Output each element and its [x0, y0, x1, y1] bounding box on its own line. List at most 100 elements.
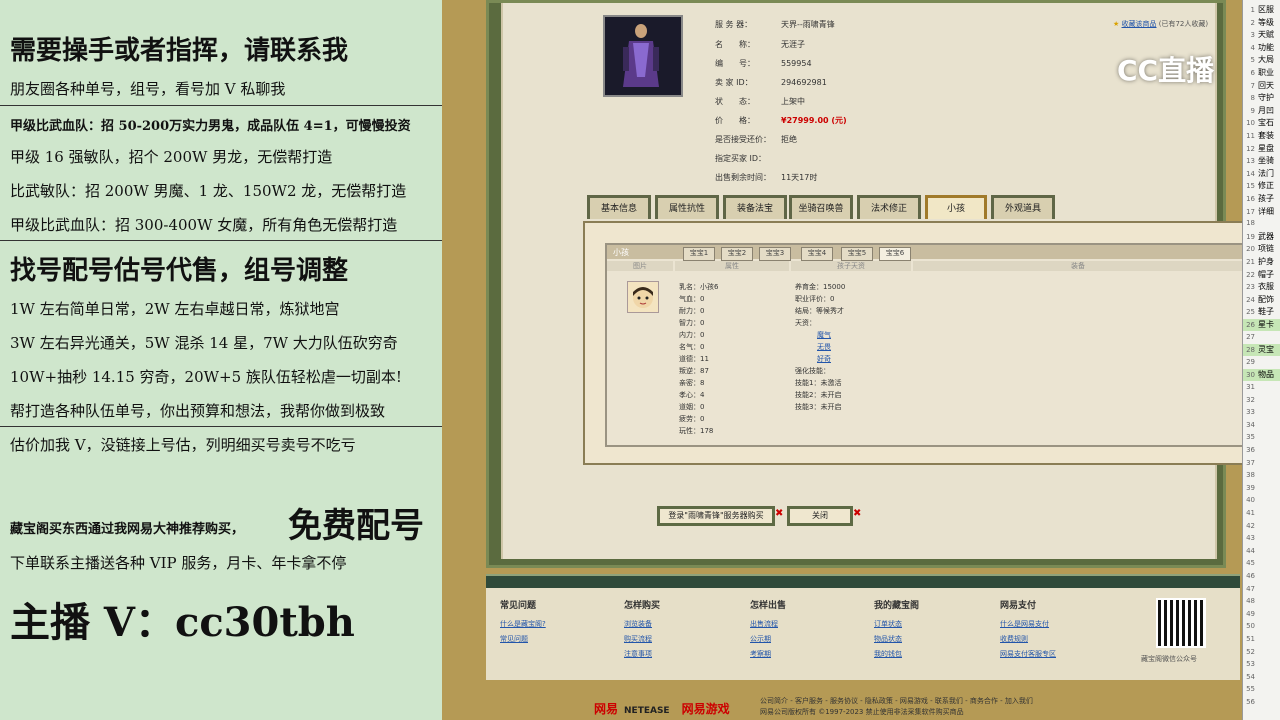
- spreadsheet-row[interactable]: 32: [1243, 395, 1280, 407]
- spreadsheet-row[interactable]: 45: [1243, 558, 1280, 570]
- spreadsheet-row[interactable]: 13 坐骑: [1243, 155, 1280, 167]
- spreadsheet-row[interactable]: 50: [1243, 621, 1280, 633]
- subtab-baby5[interactable]: 宝宝5: [841, 247, 873, 261]
- talent-link[interactable]: 魔气: [817, 331, 831, 339]
- favorite-link[interactable]: 收藏该商品: [1122, 20, 1157, 28]
- character-figure-icon: [623, 24, 659, 87]
- spreadsheet-row[interactable]: 15 修正: [1243, 180, 1280, 192]
- spreadsheet-row[interactable]: 6 职业: [1243, 67, 1280, 79]
- tab-child[interactable]: 小孩: [925, 195, 987, 219]
- spreadsheet-row[interactable]: 52: [1243, 647, 1280, 659]
- child-header: 小孩 宝宝1 宝宝2 宝宝3 宝宝4 宝宝5 宝宝6: [607, 245, 1243, 261]
- footer-link[interactable]: 浏览装备: [624, 617, 660, 632]
- spreadsheet-row[interactable]: 38: [1243, 470, 1280, 482]
- footer-link[interactable]: 出售流程: [750, 617, 786, 632]
- info-server: 服 务 器： 天界--雨啸青锋: [715, 20, 835, 29]
- spreadsheet-row[interactable]: 16 孩子: [1243, 193, 1280, 205]
- subtab-baby2[interactable]: 宝宝2: [721, 247, 753, 261]
- spreadsheet-row[interactable]: 27: [1243, 332, 1280, 344]
- footer-link[interactable]: 什么是藏宝阁?: [500, 617, 546, 632]
- item-detail-paper: 服 务 器： 天界--雨啸青锋 名 称： 无涯子 编 号： 559954 卖 家 ID…: [501, 3, 1265, 559]
- footer-link[interactable]: 收费规则: [1000, 632, 1056, 647]
- spreadsheet-row[interactable]: 28 灵宝: [1243, 344, 1280, 357]
- spreadsheet-row[interactable]: 24 配饰: [1243, 294, 1280, 306]
- spreadsheet-row[interactable]: 17 详细: [1243, 206, 1280, 218]
- spreadsheet-row[interactable]: 40: [1243, 495, 1280, 507]
- spreadsheet-row[interactable]: 2 等级: [1243, 17, 1280, 29]
- spreadsheet-row[interactable]: 25 鞋子: [1243, 306, 1280, 318]
- tab-mounts-pets[interactable]: 坐骑召唤兽: [789, 195, 853, 219]
- footer-link[interactable]: 什么是网易支付: [1000, 617, 1056, 632]
- subtab-baby3[interactable]: 宝宝3: [759, 247, 791, 261]
- promo-line: 3W 左右异光通关，5W 混杀 14 星，7W 大力队伍砍穷奇: [10, 334, 398, 352]
- spreadsheet-row[interactable]: 41: [1243, 508, 1280, 520]
- promo-line: 需要操手或者指挥，请联系我: [10, 36, 349, 66]
- spreadsheet-row[interactable]: 48: [1243, 596, 1280, 608]
- spreadsheet-row[interactable]: 7 回天: [1243, 80, 1280, 92]
- footer-link[interactable]: 公示期: [750, 632, 786, 647]
- spreadsheet-row[interactable]: 11 套装: [1243, 130, 1280, 142]
- spreadsheet-row[interactable]: 20 项链: [1243, 243, 1280, 255]
- spreadsheet-row[interactable]: 56: [1243, 697, 1280, 709]
- spreadsheet-row[interactable]: 47: [1243, 584, 1280, 596]
- spreadsheet-row[interactable]: 35: [1243, 432, 1280, 444]
- spreadsheet-row[interactable]: 42: [1243, 521, 1280, 533]
- spreadsheet-row[interactable]: 49: [1243, 609, 1280, 621]
- spreadsheet-row[interactable]: 34: [1243, 420, 1280, 432]
- spreadsheet-row[interactable]: 26 星卡: [1243, 319, 1280, 331]
- tab-attributes[interactable]: 属性抗性: [655, 195, 719, 219]
- spreadsheet-row[interactable]: 5 大局: [1243, 54, 1280, 66]
- spreadsheet-row[interactable]: 39: [1243, 483, 1280, 495]
- promo-line: 甲级比武血队：招 50-200万实力男鬼，成品队伍 4=1，可慢慢投资: [10, 119, 411, 134]
- footer-link[interactable]: 订单状态: [874, 617, 919, 632]
- spreadsheet-row[interactable]: 21 护身: [1243, 256, 1280, 268]
- tab-spell-correction[interactable]: 法术修正: [857, 195, 921, 219]
- spreadsheet-row[interactable]: 31: [1243, 382, 1280, 394]
- spreadsheet-row[interactable]: 55: [1243, 684, 1280, 696]
- footer-link[interactable]: 购买流程: [624, 632, 660, 647]
- footer-col-buy: 怎样购买 浏览装备 购买流程 注意事项: [624, 598, 660, 662]
- tab-equipment[interactable]: 装备法宝: [723, 195, 787, 219]
- subtab-baby6[interactable]: 宝宝6: [879, 247, 911, 261]
- tab-appearance[interactable]: 外观道具: [991, 195, 1055, 219]
- spreadsheet-row[interactable]: 23 衣服: [1243, 281, 1280, 293]
- footer-link[interactable]: 注意事项: [624, 647, 660, 662]
- child-panel: 小孩 宝宝1 宝宝2 宝宝3 宝宝4 宝宝5 宝宝6 图片 属性 孩子天资 装备: [583, 221, 1265, 465]
- spreadsheet-row[interactable]: 53: [1243, 659, 1280, 671]
- spreadsheet-row[interactable]: 3 天赋: [1243, 29, 1280, 41]
- spreadsheet-row[interactable]: 37: [1243, 458, 1280, 470]
- spreadsheet-row[interactable]: 4 功能: [1243, 42, 1280, 54]
- footer-link[interactable]: 考察期: [750, 647, 786, 662]
- talent-link[interactable]: 无畏: [817, 343, 831, 351]
- login-server-buy-button[interactable]: 登录"雨啸青锋"服务器购买: [657, 506, 775, 526]
- spreadsheet-row[interactable]: 33: [1243, 407, 1280, 419]
- promo-line: 甲级比武血队：招 300-400W 女魔，所有角色无偿帮打造: [10, 216, 398, 234]
- footer-link[interactable]: 常见问题: [500, 632, 546, 647]
- spreadsheet-row[interactable]: 22 帽子: [1243, 269, 1280, 281]
- footer-link[interactable]: 网易支付客服专区: [1000, 647, 1056, 662]
- promo-panel: 需要操手或者指挥，请联系我 朋友圈各种单号，组号，看号加 V 私聊我 甲级比武血…: [0, 0, 442, 720]
- tab-basic-info[interactable]: 基本信息: [587, 195, 651, 219]
- spreadsheet-row[interactable]: 1 区服: [1243, 4, 1280, 16]
- spreadsheet-row[interactable]: 12 星盘: [1243, 143, 1280, 155]
- spreadsheet-row[interactable]: 43: [1243, 533, 1280, 545]
- close-button[interactable]: 关闭: [787, 506, 853, 526]
- spreadsheet-row[interactable]: 44: [1243, 546, 1280, 558]
- footer-link[interactable]: 我的钱包: [874, 647, 919, 662]
- spreadsheet-row[interactable]: 36: [1243, 445, 1280, 457]
- spreadsheet-row[interactable]: 8 守护: [1243, 92, 1280, 104]
- spreadsheet-row[interactable]: 10 宝石: [1243, 117, 1280, 129]
- subtab-baby1[interactable]: 宝宝1: [683, 247, 715, 261]
- spreadsheet-row[interactable]: 18: [1243, 218, 1280, 230]
- talent-link[interactable]: 好奇: [817, 355, 831, 363]
- spreadsheet-row[interactable]: 54: [1243, 672, 1280, 684]
- spreadsheet-row[interactable]: 19 武器: [1243, 231, 1280, 243]
- footer-link[interactable]: 物品状态: [874, 632, 919, 647]
- subtab-baby4[interactable]: 宝宝4: [801, 247, 833, 261]
- spreadsheet-row[interactable]: 29: [1243, 357, 1280, 369]
- spreadsheet-row[interactable]: 46: [1243, 571, 1280, 583]
- spreadsheet-row[interactable]: 51: [1243, 634, 1280, 646]
- spreadsheet-row[interactable]: 30 物品: [1243, 369, 1280, 382]
- spreadsheet-row[interactable]: 14 法门: [1243, 168, 1280, 180]
- spreadsheet-row[interactable]: 9 月凹: [1243, 105, 1280, 117]
